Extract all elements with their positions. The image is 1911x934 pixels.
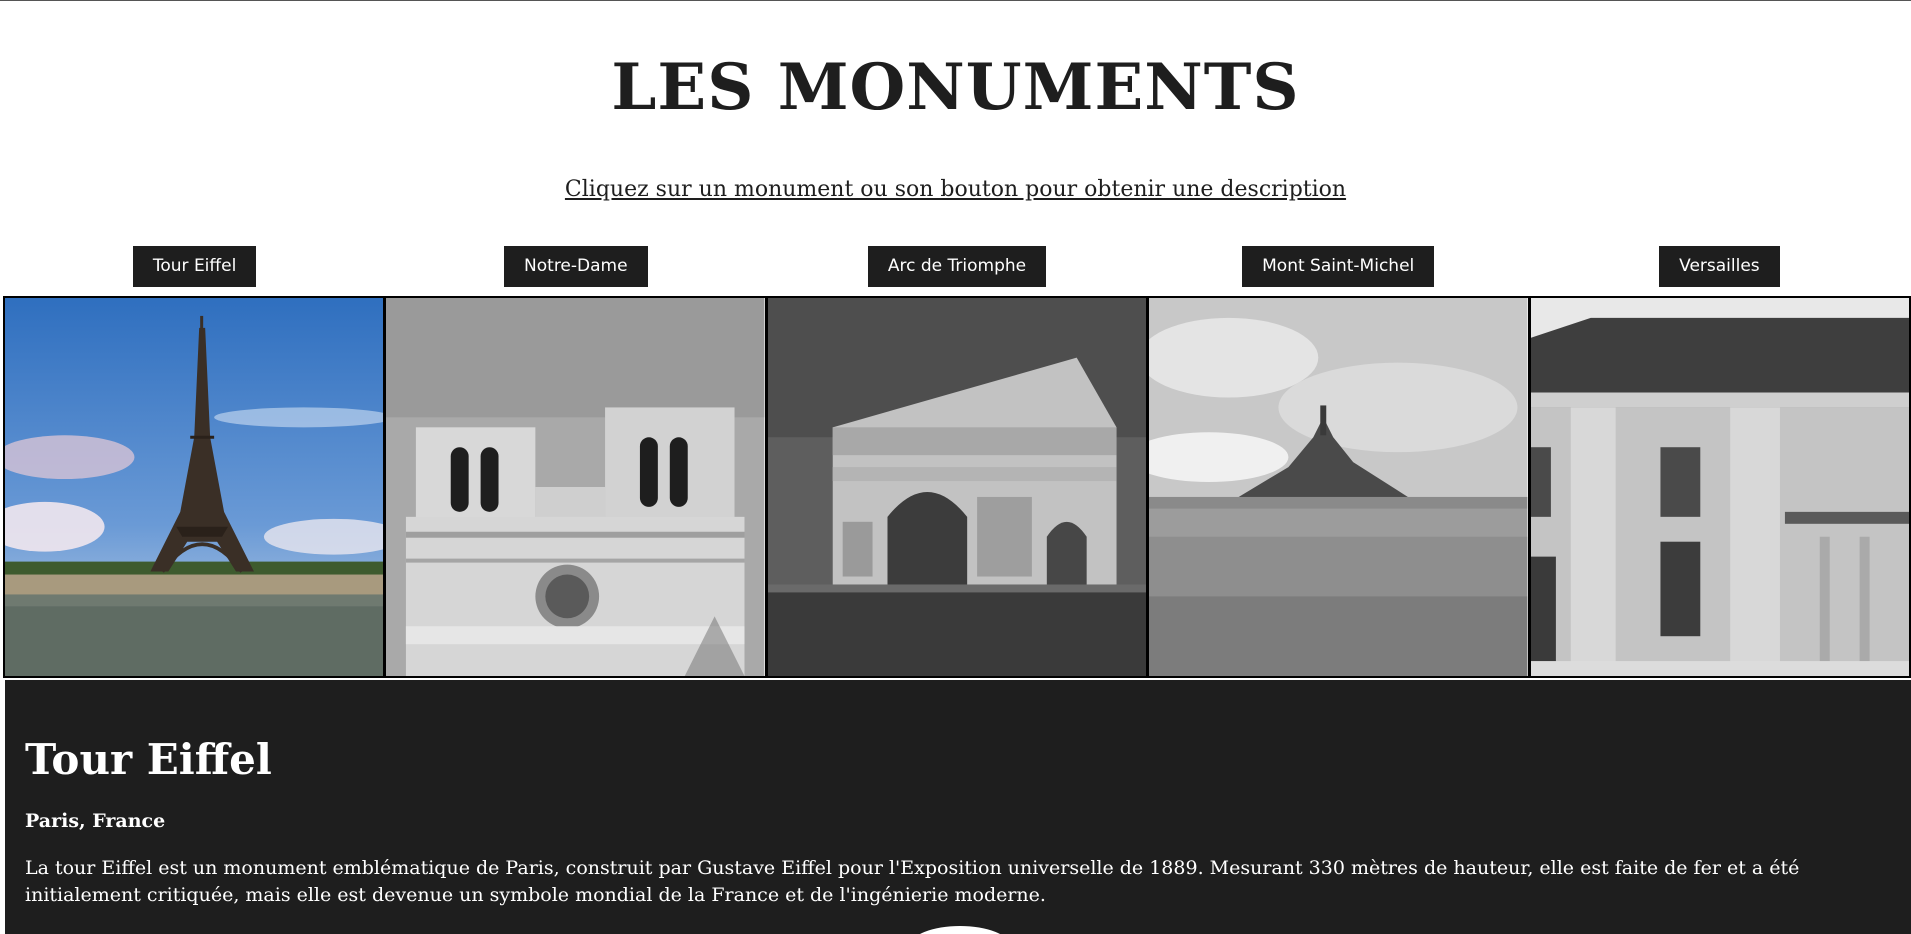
subtitle-text: Cliquez sur un monument ou son bouton po…	[564, 177, 1347, 202]
arc-de-triomphe-image[interactable]	[766, 296, 1149, 678]
page-subtitle: Cliquez sur un monument ou son bouton po…	[0, 175, 1911, 205]
mont-saint-michel-image[interactable]	[1148, 296, 1530, 678]
monument-buttons-row: Tour Eiffel Notre-Dame Arc de Triomphe M…	[4, 245, 1910, 287]
monument-gallery	[3, 296, 1911, 678]
versailles-image[interactable]	[1529, 296, 1911, 678]
tour-eiffel-button[interactable]: Tour Eiffel	[132, 245, 257, 287]
tour-eiffel-image[interactable]	[3, 296, 386, 678]
description-location: Paris, France	[25, 810, 166, 832]
versailles-button[interactable]: Versailles	[1659, 245, 1780, 287]
notre-dame-image[interactable]	[385, 296, 767, 678]
top-border-line	[0, 0, 1911, 1]
description-text: La tour Eiffel est un monument emblémati…	[25, 857, 1800, 906]
mont-saint-michel-button[interactable]: Mont Saint-Michel	[1242, 245, 1435, 287]
description-title: Tour Eiffel	[25, 735, 272, 784]
description-panel: Tour Eiffel Paris, France La tour Eiffel…	[5, 680, 1911, 934]
arc-de-triomphe-button[interactable]: Arc de Triomphe	[867, 245, 1047, 287]
page-title: LES MONUMENTS	[611, 50, 1300, 125]
seal-badge	[910, 926, 1010, 934]
notre-dame-button[interactable]: Notre-Dame	[504, 245, 648, 287]
